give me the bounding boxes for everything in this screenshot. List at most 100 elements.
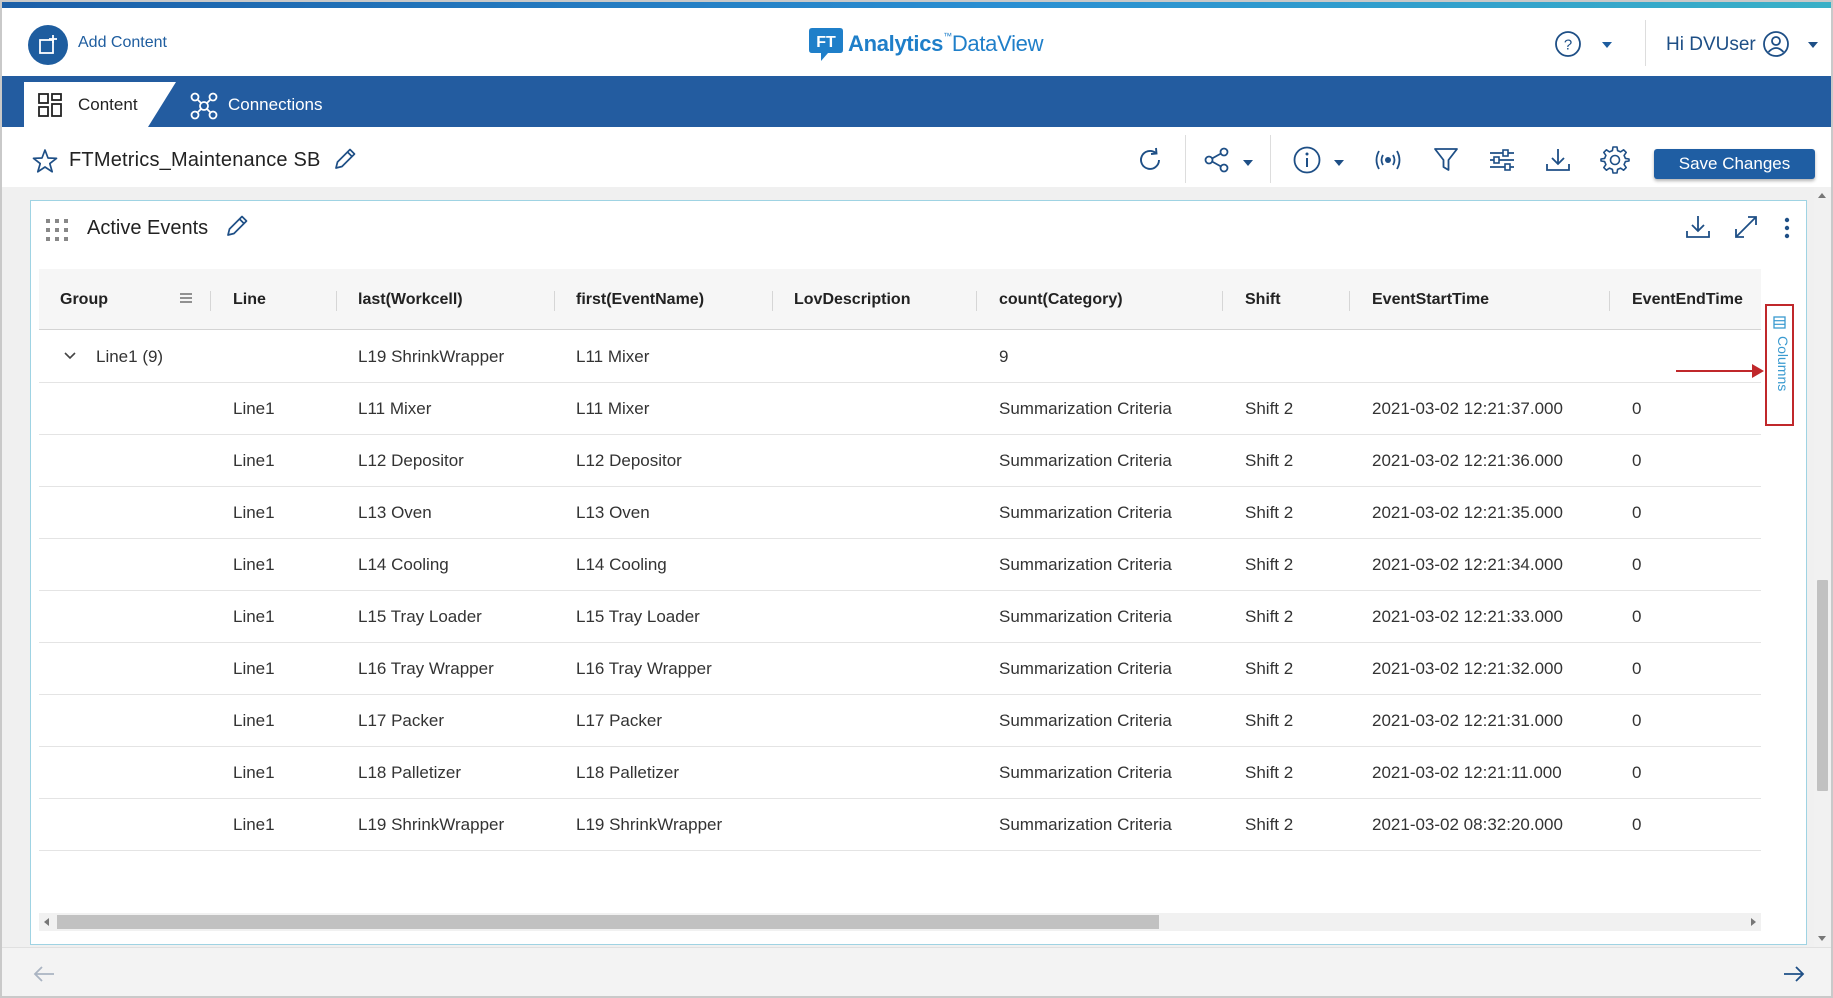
pencil-icon[interactable] [224, 213, 250, 239]
cell-event-start-time: 2021-03-02 08:32:20.000 [1372, 815, 1563, 834]
cell-event-end-time: 0 [1632, 399, 1642, 418]
cell-event-name: L14 Cooling [576, 555, 667, 574]
table-row[interactable]: Line1 L16 Tray Wrapper L16 Tray Wrapper … [39, 643, 1761, 695]
sliders-icon [1490, 149, 1514, 171]
table-row[interactable]: Line1 L14 Cooling L14 Cooling Summarizat… [39, 539, 1761, 591]
table-row[interactable]: Line1 L13 Oven L13 Oven Summarization Cr… [39, 487, 1761, 539]
page-footer [2, 947, 1831, 996]
cell-line: Line1 [233, 555, 275, 574]
columns-panel-tab[interactable]: Columns [1765, 304, 1794, 426]
download-icon[interactable] [1684, 213, 1712, 241]
group-count: 9 [999, 347, 1009, 366]
vertical-scrollbar[interactable] [1814, 187, 1831, 947]
column-header-lov-description[interactable]: LovDescription [794, 269, 910, 330]
column-header-event-start-time[interactable]: EventStartTime [1372, 269, 1489, 330]
user-circle-icon[interactable] [1762, 30, 1790, 58]
cell-event-end-time: 0 [1632, 763, 1642, 782]
toolbar-divider [1270, 135, 1271, 183]
scroll-right-arrow[interactable] [1751, 918, 1756, 926]
active-events-widget: Active Events Group Line last(Workcell) … [30, 200, 1807, 945]
info-button[interactable] [1292, 145, 1322, 175]
download-icon [1546, 149, 1570, 171]
cell-shift: Shift 2 [1245, 399, 1294, 418]
arrow-right-icon[interactable] [1782, 964, 1806, 984]
table-row[interactable]: Line1 L15 Tray Loader L15 Tray Loader Su… [39, 591, 1761, 643]
cell-shift: Shift 2 [1245, 711, 1294, 730]
cell-event-start-time: 2021-03-02 12:21:32.000 [1372, 659, 1563, 678]
column-header-event-name[interactable]: first(EventName) [576, 269, 704, 330]
pencil-icon[interactable] [332, 146, 358, 172]
share-dropdown-caret[interactable] [1243, 160, 1253, 166]
cell-event-name: L16 Tray Wrapper [576, 659, 712, 678]
star-icon[interactable] [32, 148, 58, 174]
help-dropdown-caret[interactable] [1602, 42, 1612, 48]
refresh-icon [1140, 147, 1160, 170]
cell-category: Summarization Criteria [999, 399, 1172, 418]
cell-workcell: L13 Oven [358, 503, 432, 522]
table-row[interactable]: Line1 L18 Palletizer L18 Palletizer Summ… [39, 747, 1761, 799]
cell-shift: Shift 2 [1245, 555, 1294, 574]
column-header-shift[interactable]: Shift [1245, 269, 1281, 330]
tab-content-label: Content [78, 95, 138, 114]
columns-panel-label: Columns [1775, 336, 1791, 392]
horizontal-scroll-thumb[interactable] [57, 915, 1159, 929]
share-button[interactable] [1202, 145, 1232, 175]
annotation-arrow-head [1752, 364, 1764, 378]
download-button[interactable] [1543, 145, 1573, 175]
table-row[interactable]: Line1 L17 Packer L17 Packer Summarizatio… [39, 695, 1761, 747]
cell-line: Line1 [233, 503, 275, 522]
column-header-line[interactable]: Line [233, 269, 266, 330]
refresh-button[interactable] [1135, 145, 1165, 175]
toolbar-divider [1185, 135, 1186, 183]
app-header: Add Content FT Analytics™DataView ? Hi D… [2, 8, 1831, 76]
annotation-arrow [1676, 370, 1754, 372]
user-greeting[interactable]: Hi DVUser [1666, 34, 1756, 56]
header-separator [1349, 291, 1350, 311]
scroll-up-arrow[interactable] [1818, 193, 1826, 198]
add-content-button[interactable] [28, 25, 68, 65]
table-row[interactable]: Line1 L11 Mixer L11 Mixer Summarization … [39, 383, 1761, 435]
arrow-left-icon[interactable] [32, 964, 56, 984]
tab-content[interactable]: Content [24, 82, 176, 127]
tab-connections-label[interactable]: Connections [228, 95, 323, 115]
columns-icon [1773, 316, 1786, 329]
horizontal-scrollbar[interactable] [39, 913, 1761, 931]
cell-shift: Shift 2 [1245, 503, 1294, 522]
settings-sliders-button[interactable] [1487, 145, 1517, 175]
drag-handle-icon[interactable] [45, 218, 69, 242]
column-header-workcell[interactable]: last(Workcell) [358, 269, 463, 330]
cell-event-start-time: 2021-03-02 12:21:37.000 [1372, 399, 1563, 418]
network-icon[interactable] [190, 92, 218, 120]
scroll-left-arrow[interactable] [44, 918, 49, 926]
column-header-count-category[interactable]: count(Category) [999, 269, 1123, 330]
more-vertical-icon[interactable] [1783, 217, 1791, 239]
filter-button[interactable] [1431, 145, 1461, 175]
cell-workcell: L19 ShrinkWrapper [358, 815, 505, 834]
help-circle-icon[interactable]: ? [1554, 30, 1582, 58]
cell-workcell: L12 Depositor [358, 451, 464, 470]
table-row[interactable]: Line1 L19 ShrinkWrapper L19 ShrinkWrappe… [39, 799, 1761, 851]
cell-category: Summarization Criteria [999, 607, 1172, 626]
cell-event-start-time: 2021-03-02 12:21:36.000 [1372, 451, 1563, 470]
main-nav: Content Connections [2, 76, 1831, 127]
add-content-label[interactable]: Add Content [78, 34, 167, 52]
header-separator [336, 291, 337, 311]
scroll-down-arrow[interactable] [1818, 936, 1826, 941]
cell-workcell: L18 Palletizer [358, 763, 462, 782]
chevron-down-icon[interactable] [63, 351, 77, 361]
cell-category: Summarization Criteria [999, 815, 1172, 834]
column-header-event-end-time[interactable]: EventEndTime [1632, 269, 1743, 330]
info-dropdown-caret[interactable] [1334, 160, 1344, 166]
save-changes-button[interactable]: Save Changes [1654, 149, 1815, 179]
column-menu-icon[interactable] [179, 291, 193, 305]
user-dropdown-caret[interactable] [1808, 42, 1818, 48]
filter-icon [1434, 148, 1458, 171]
widget-title: Active Events [87, 217, 209, 239]
broadcast-button[interactable] [1373, 145, 1403, 175]
vertical-scroll-thumb[interactable] [1817, 580, 1828, 791]
table-row[interactable]: Line1 L12 Depositor L12 Depositor Summar… [39, 435, 1761, 487]
group-row[interactable]: Line1 (9) L19 ShrinkWrapper L11 Mixer 9 [39, 331, 1761, 383]
ft-logo-icon: FT [809, 28, 843, 61]
expand-icon[interactable] [1733, 214, 1759, 240]
gear-button[interactable] [1600, 145, 1630, 175]
